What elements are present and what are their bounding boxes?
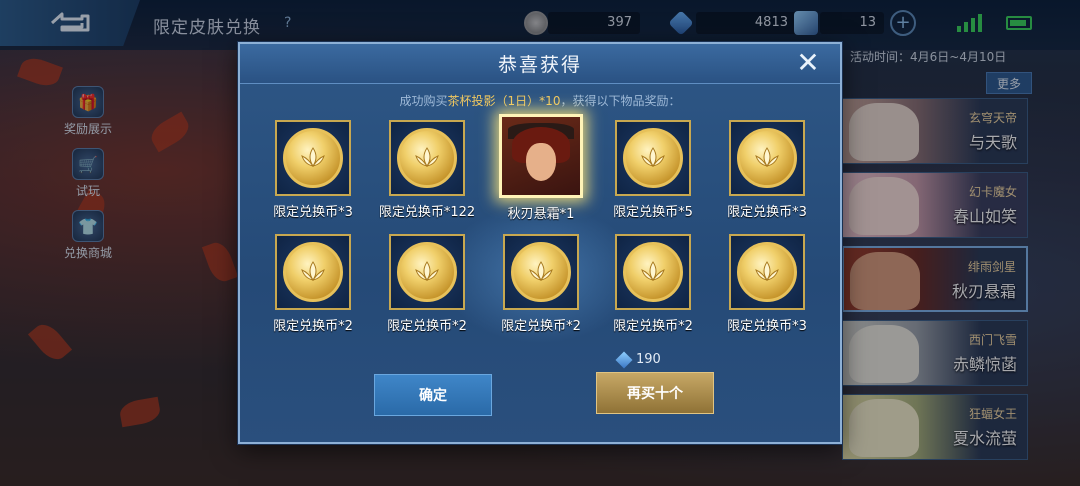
reward-frame bbox=[389, 120, 465, 196]
reward-item[interactable]: 限定兑换币*2 bbox=[258, 234, 368, 334]
reward-label: 限定兑换币*122 bbox=[378, 205, 476, 220]
confirm-button[interactable]: 确定 bbox=[374, 374, 492, 416]
reward-item[interactable]: 限定兑换币*3 bbox=[258, 120, 368, 220]
buy-again-button[interactable]: 再买十个 bbox=[596, 372, 714, 414]
reward-item[interactable]: 限定兑换币*2 bbox=[486, 234, 596, 334]
reward-item[interactable]: 限定兑换币*122 bbox=[372, 120, 482, 220]
summary-suffix: ，获得以下物品奖励： bbox=[560, 94, 681, 108]
reward-label: 限定兑换币*3 bbox=[727, 205, 807, 220]
diamond-icon bbox=[615, 351, 633, 368]
dialog-title: 恭喜获得 bbox=[497, 54, 582, 76]
lotus-coin-icon bbox=[737, 242, 797, 302]
reward-item[interactable]: 限定兑换币*2 bbox=[372, 234, 482, 334]
purchase-summary: 成功购买茶杯投影（1日）*10，获得以下物品奖励： bbox=[240, 92, 840, 109]
reward-label: 秋刃悬霜*1 bbox=[507, 207, 575, 222]
reward-frame bbox=[275, 234, 351, 310]
reward-item[interactable]: 限定兑换币*3 bbox=[712, 234, 822, 334]
reward-item[interactable]: 限定兑换币*3 bbox=[712, 120, 822, 220]
reward-frame bbox=[499, 114, 583, 198]
reward-frame bbox=[615, 234, 691, 310]
lotus-coin-icon bbox=[623, 242, 683, 302]
summary-prefix: 成功购买 bbox=[399, 94, 448, 108]
reward-label: 限定兑换币*3 bbox=[727, 319, 807, 334]
lotus-coin-icon bbox=[397, 242, 457, 302]
reward-item-skin[interactable]: 秋刃悬霜*1 bbox=[486, 114, 596, 222]
reward-frame bbox=[389, 234, 465, 310]
lotus-coin-icon bbox=[397, 128, 457, 188]
reward-label: 限定兑换币*3 bbox=[273, 205, 353, 220]
reward-frame bbox=[615, 120, 691, 196]
reward-frame bbox=[503, 234, 579, 310]
reward-label: 限定兑换币*2 bbox=[387, 319, 467, 334]
reward-label: 限定兑换币*2 bbox=[613, 319, 693, 334]
close-button[interactable]: ✕ bbox=[794, 49, 822, 78]
reward-frame bbox=[729, 120, 805, 196]
lotus-coin-icon bbox=[511, 242, 571, 302]
dialog-header: 恭喜获得 ✕ bbox=[240, 44, 840, 84]
reward-frame bbox=[729, 234, 805, 310]
lotus-coin-icon bbox=[283, 128, 343, 188]
summary-item: 茶杯投影（1日）*10 bbox=[447, 94, 561, 108]
reward-label: 限定兑换币*2 bbox=[501, 319, 581, 334]
cost-value: 190 bbox=[636, 352, 661, 367]
reward-label: 限定兑换币*2 bbox=[273, 319, 353, 334]
skin-portrait-icon bbox=[508, 123, 574, 189]
lotus-coin-icon bbox=[737, 128, 797, 188]
lotus-coin-icon bbox=[623, 128, 683, 188]
lotus-coin-icon bbox=[283, 242, 343, 302]
reward-frame bbox=[275, 120, 351, 196]
reward-item[interactable]: 限定兑换币*2 bbox=[598, 234, 708, 334]
reward-item[interactable]: 限定兑换币*5 bbox=[598, 120, 708, 220]
buy-again-cost: 190 bbox=[615, 351, 661, 368]
reward-label: 限定兑换币*5 bbox=[613, 205, 693, 220]
reward-dialog: 恭喜获得 ✕ 成功购买茶杯投影（1日）*10，获得以下物品奖励： 限定兑换币*3… bbox=[238, 42, 842, 444]
